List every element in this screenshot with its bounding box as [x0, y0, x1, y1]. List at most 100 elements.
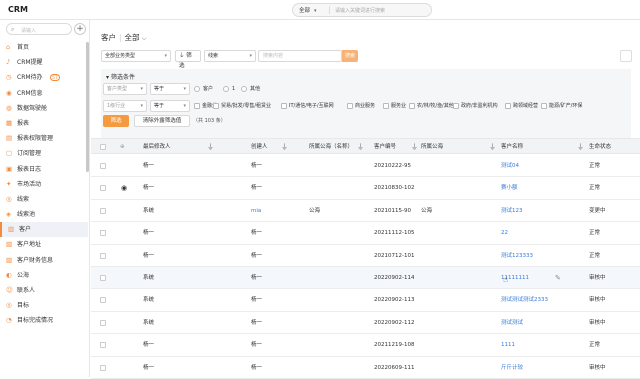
column-header[interactable]: 生命状态 [589, 139, 611, 155]
radio-option[interactable]: 客户 [194, 85, 213, 93]
column-filter-icon[interactable]: ⏚ [357, 139, 364, 155]
add-column-icon[interactable]: ⊕ [120, 139, 125, 155]
cell-name[interactable]: 测试测试 [501, 312, 523, 334]
sidebar-search-input[interactable]: ⌕ 请输入 [6, 23, 72, 35]
row-checkbox[interactable] [100, 319, 106, 326]
search-button[interactable]: 搜索 [342, 50, 358, 62]
table-row[interactable]: 杨一杨一20211219-1081111正常杨一 [91, 334, 640, 357]
column-filter-icon[interactable]: ⏚ [207, 139, 214, 155]
cell-modifier: 杨一 [143, 163, 155, 169]
row-checkbox[interactable] [100, 207, 106, 214]
column-header[interactable]: 所属公海（名称） [309, 139, 353, 155]
table-row[interactable]: ◉杨一杨一20210830-102赛小额正常Dea [91, 177, 640, 200]
global-search-input[interactable]: 请输入关键词进行搜索 [335, 7, 385, 14]
table-row[interactable]: 杨一杨一20220609-111斤斤计较审核中杨一 [91, 357, 640, 379]
cell-name[interactable]: 测试123 [501, 200, 523, 222]
mouse-cursor-icon: ☝ [503, 275, 508, 284]
column-header[interactable]: 客户名称 [501, 139, 523, 155]
row-checkbox[interactable] [100, 185, 106, 192]
column-filter-icon[interactable]: ⏚ [489, 139, 496, 155]
checkbox-option[interactable]: 商业服务 [347, 102, 375, 110]
cell-name[interactable]: 赛小额 [501, 177, 518, 199]
radio-option[interactable]: 1 [223, 85, 235, 93]
global-search-scope[interactable]: 全部 ▾ [299, 6, 317, 14]
sidebar-item[interactable]: ◎ 目标 [0, 298, 88, 313]
table-row[interactable]: 系统杨一20220902-112测试测试审核中杨一 [91, 312, 640, 335]
column-header[interactable]: 创建人 [251, 139, 268, 155]
sidebar-item[interactable]: ▧ 客户地址 [0, 237, 88, 252]
view-selector[interactable]: 全部 ⌵ [125, 33, 147, 42]
cell-name[interactable]: 测试04 [501, 155, 519, 177]
sidebar-item[interactable]: ◈ 线索池 [0, 207, 88, 222]
settings-icon[interactable] [620, 50, 632, 62]
filter-conditions-title[interactable]: ▾ 筛选条件 [106, 72, 135, 81]
row-checkbox[interactable] [100, 275, 106, 281]
row-checkbox[interactable] [100, 163, 106, 169]
checkbox-option[interactable]: 服务业 [383, 102, 406, 110]
edit-icon[interactable]: ✎ [555, 267, 561, 289]
search-field-select[interactable]: 线索 ▾ [204, 50, 256, 62]
column-header[interactable]: 最后修改人 [143, 139, 171, 155]
global-search[interactable]: 全部 ▾ 请输入关键词进行搜索 [292, 3, 432, 17]
checkbox-option[interactable]: IT/通信/电子/互联网 [281, 102, 334, 110]
column-filter-icon[interactable]: ⏚ [281, 139, 288, 155]
column-header[interactable]: 客户编号 [374, 139, 396, 155]
sidebar-item[interactable]: ◔ 目标完成情况 [0, 313, 88, 328]
table-row[interactable]: 杨一杨一20210222-95测试04正常geo [91, 155, 640, 178]
radio-option[interactable]: 其他 [241, 85, 260, 93]
add-icon[interactable]: + [74, 23, 86, 35]
cell-code: 20211219-108 [374, 342, 415, 349]
sidebar-item[interactable]: ✦ 市场活动 [0, 177, 88, 192]
sidebar-item[interactable]: ▣ 报表日志 [0, 162, 88, 177]
column-header[interactable]: 所属公海 [421, 139, 443, 155]
row-checkbox[interactable] [100, 252, 106, 259]
table-row[interactable]: 杨一杨一20210712-101测试123333正常杨一 [91, 245, 640, 267]
sidebar-item[interactable]: ▥ 客户 [0, 222, 88, 238]
condition-field-select[interactable]: 客户类型 ▾ [103, 83, 147, 95]
table-row[interactable]: 系统杨一20220902-113测试测试测试2333审核中杨一 [91, 289, 640, 312]
condition-field-select[interactable]: 1级行业 ▾ [103, 100, 147, 112]
business-type-select[interactable]: 全部业务类型 ▾ [101, 50, 171, 62]
cell-name[interactable]: 22 [501, 222, 508, 244]
sidebar-item[interactable]: ◎ 线索 [0, 192, 88, 207]
sidebar-item[interactable]: ▢ 订阅管理 [0, 146, 88, 161]
sidebar-item[interactable]: ◐ 公海 [0, 268, 88, 283]
column-filter-icon[interactable]: ⏚ [577, 139, 584, 155]
sidebar-item[interactable]: ♪ CRM提醒 [0, 55, 88, 70]
sidebar-item[interactable]: ▤ 报表权限管理 [0, 131, 88, 146]
sidebar-item[interactable]: ⌂ 首页 [0, 40, 88, 55]
cell-name[interactable]: 1111 [501, 334, 515, 356]
cell-name[interactable]: 测试测试测试2333 [501, 289, 548, 311]
condition-operator-select[interactable]: 等于 ▾ [150, 100, 190, 112]
table-row[interactable]: 杨一杨一20211112-10522正常杨一 [91, 222, 640, 245]
checkbox-option[interactable]: 贸易/批发/零售/租赁业 [213, 102, 271, 110]
cell-name[interactable]: 斤斤计较 [501, 357, 523, 379]
sidebar-item[interactable]: ▦ 报表 [0, 116, 88, 131]
row-checkbox[interactable] [100, 364, 106, 371]
report-icon: ▦ [6, 118, 13, 127]
filter-button[interactable]: ⏚ 筛选 [175, 50, 201, 69]
sidebar-item[interactable]: ◍ 数据驾驶舱 [0, 101, 88, 116]
sidebar-item[interactable]: ▨ 客户财务信息 [0, 253, 88, 268]
apply-filter-button[interactable]: 筛选 [103, 115, 129, 127]
row-checkbox[interactable] [100, 342, 106, 349]
checkbox-option[interactable]: 农/林/牧/渔/其他 [409, 102, 454, 110]
search-input[interactable]: 搜索内容 [258, 50, 342, 62]
checkbox-option[interactable]: 跨领域经营 [505, 102, 538, 110]
row-checkbox[interactable] [100, 230, 106, 237]
cell-name[interactable]: 测试123333 [501, 245, 533, 267]
checkbox-option[interactable]: 能源/矿产/环保 [541, 102, 582, 110]
clear-filter-button[interactable]: 清除外露筛选值 [134, 115, 190, 127]
sidebar-item[interactable]: ◷ CRM待办 57 [0, 70, 88, 85]
sidebar-scrollbar[interactable] [86, 42, 89, 172]
condition-operator-select[interactable]: 等于 ▾ [150, 83, 190, 95]
select-all-checkbox[interactable] [100, 144, 106, 150]
checkbox-option[interactable]: 政府/非盈利机构 [453, 102, 498, 110]
table-row[interactable]: 系统杨一20220902-11411111111审核中杨一✎ [91, 267, 640, 290]
cell-creator: 杨一 [251, 252, 263, 259]
column-filter-icon[interactable]: ⏚ [411, 139, 418, 155]
table-row[interactable]: 系统mia公海20210115-90公海测试123变更中mia [91, 200, 640, 223]
row-checkbox[interactable] [100, 297, 106, 304]
sidebar-item[interactable]: ☺ 联系人 [0, 283, 88, 298]
sidebar-item[interactable]: ◉ CRM信息 [0, 86, 88, 101]
